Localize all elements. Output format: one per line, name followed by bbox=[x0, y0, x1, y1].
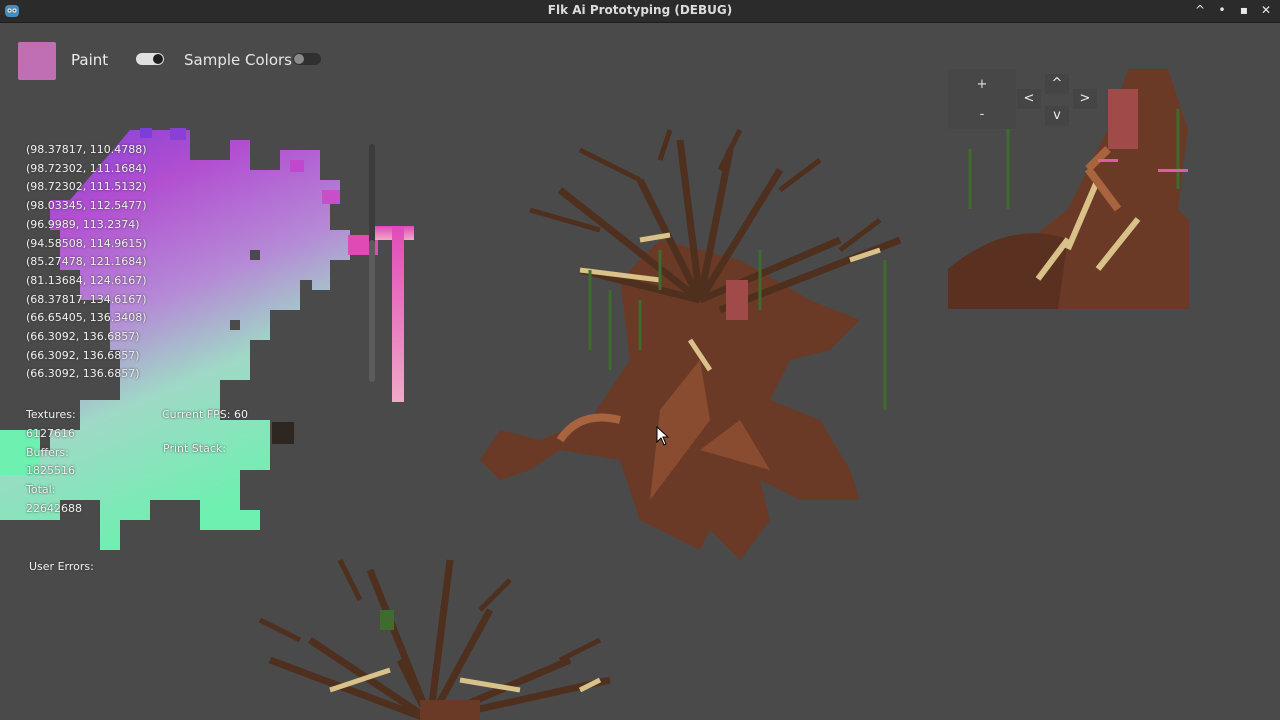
coordinate-item: (98.72302, 111.1684) bbox=[26, 161, 147, 175]
coordinate-item: (98.37817, 110.4788) bbox=[26, 143, 147, 156]
stroke-coordinates-list: (98.37817, 110.4788) (98.72302, 111.1684)… bbox=[26, 141, 147, 384]
zoom-controls: + - bbox=[948, 69, 1016, 129]
total-value: 22642688 bbox=[26, 502, 82, 515]
coordinate-item: (66.3092, 136.6857) bbox=[26, 348, 140, 362]
coordinate-item: (98.03345, 112.5477) bbox=[26, 199, 147, 213]
coordinate-item: (66.3092, 136.6857) bbox=[26, 367, 140, 381]
coordinate-item: (66.65405, 136.3408) bbox=[26, 311, 147, 325]
coordinate-item: (66.3092, 136.6857) bbox=[26, 330, 140, 344]
pan-left-button[interactable]: < bbox=[1017, 89, 1041, 109]
total-label: Total: bbox=[26, 483, 56, 496]
vertical-slider[interactable] bbox=[369, 144, 375, 382]
coordinate-item: (98.72302, 111.5132) bbox=[26, 180, 147, 194]
buffers-label: Buffers: bbox=[26, 446, 69, 459]
bottom-tree[interactable] bbox=[258, 558, 611, 720]
coordinate-item: (68.37817, 134.6167) bbox=[26, 292, 147, 306]
fps-counter: Current FPS: 60 bbox=[162, 408, 248, 421]
print-stack-label: Print Stack: bbox=[163, 442, 226, 455]
buffers-value: 1825516 bbox=[26, 464, 75, 477]
pan-navigation-pad: ^ < > v bbox=[1014, 72, 1100, 128]
vertical-slider-grabber[interactable] bbox=[369, 240, 375, 382]
pan-right-button[interactable]: > bbox=[1073, 89, 1097, 109]
coordinate-item: (94.58508, 114.9615) bbox=[26, 236, 147, 250]
zoom-out-button[interactable]: - bbox=[966, 101, 998, 129]
user-errors-label: User Errors: bbox=[29, 560, 94, 573]
painted-branch-pink[interactable] bbox=[348, 226, 414, 402]
textures-label: Textures: bbox=[26, 408, 76, 421]
coordinate-item: (81.13684, 124.6167) bbox=[26, 273, 147, 287]
main-tree[interactable] bbox=[480, 128, 902, 560]
coordinate-item: (96.9989, 113.2374) bbox=[26, 217, 140, 231]
zoom-in-button[interactable]: + bbox=[966, 71, 998, 99]
mouse-pointer-icon bbox=[656, 426, 670, 446]
textures-value: 6127616 bbox=[26, 427, 75, 440]
pan-down-button[interactable]: v bbox=[1045, 106, 1069, 126]
pan-up-button[interactable]: ^ bbox=[1045, 74, 1069, 94]
coordinate-item: (85.27478, 121.1684) bbox=[26, 255, 147, 269]
